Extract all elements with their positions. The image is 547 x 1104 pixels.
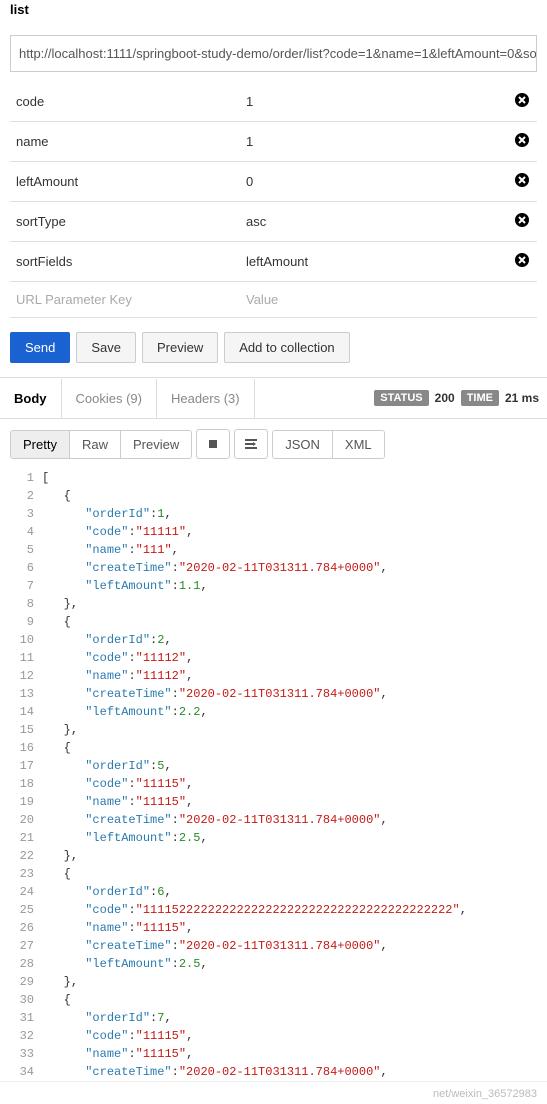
- param-row: leftAmount 0: [10, 162, 537, 202]
- tab-headers[interactable]: Headers (3): [157, 379, 255, 418]
- param-key[interactable]: name: [10, 122, 240, 162]
- param-row: sortType asc: [10, 202, 537, 242]
- delete-param-icon[interactable]: [514, 252, 530, 268]
- param-row: name 1: [10, 122, 537, 162]
- view-mode-bar: Pretty Raw Preview JSON XML: [0, 419, 547, 469]
- send-button[interactable]: Send: [10, 332, 70, 363]
- save-button[interactable]: Save: [76, 332, 136, 363]
- delete-param-icon[interactable]: [514, 92, 530, 108]
- wrap-icon[interactable]: [234, 429, 268, 459]
- request-name: list: [10, 0, 537, 25]
- param-value[interactable]: 1: [240, 122, 507, 162]
- time-label: TIME: [461, 390, 499, 406]
- param-value[interactable]: 0: [240, 162, 507, 202]
- param-value[interactable]: leftAmount: [240, 242, 507, 282]
- response-body-viewer[interactable]: 1234567891011121314151617181920212223242…: [0, 469, 547, 1081]
- view-raw[interactable]: Raw: [70, 431, 121, 458]
- param-key[interactable]: sortType: [10, 202, 240, 242]
- param-row: sortFields leftAmount: [10, 242, 537, 282]
- delete-param-icon[interactable]: [514, 172, 530, 188]
- params-table: code 1 name 1 leftAmount 0 sortType asc …: [10, 82, 537, 318]
- param-key[interactable]: code: [10, 82, 240, 122]
- status-code: 200: [435, 391, 455, 405]
- delete-param-icon[interactable]: [514, 132, 530, 148]
- format-xml[interactable]: XML: [333, 431, 384, 458]
- delete-param-icon[interactable]: [514, 212, 530, 228]
- param-value[interactable]: 1: [240, 82, 507, 122]
- action-buttons: Send Save Preview Add to collection: [10, 318, 537, 377]
- tab-body[interactable]: Body: [0, 379, 62, 418]
- param-value-placeholder[interactable]: Value: [240, 282, 507, 318]
- response-tabs: Body Cookies (9) Headers (3) STATUS 200 …: [0, 377, 547, 419]
- param-key[interactable]: sortFields: [10, 242, 240, 282]
- preview-button[interactable]: Preview: [142, 332, 218, 363]
- tab-cookies[interactable]: Cookies (9): [62, 379, 157, 418]
- add-to-collection-button[interactable]: Add to collection: [224, 332, 349, 363]
- param-key[interactable]: leftAmount: [10, 162, 240, 202]
- url-input[interactable]: http://localhost:1111/springboot-study-d…: [10, 35, 537, 72]
- param-row-new: URL Parameter Key Value: [10, 282, 537, 318]
- param-key-placeholder[interactable]: URL Parameter Key: [10, 282, 240, 318]
- footer-watermark: net/weixin_36572983: [0, 1081, 547, 1104]
- param-row: code 1: [10, 82, 537, 122]
- copy-icon[interactable]: [196, 429, 230, 459]
- param-value[interactable]: asc: [240, 202, 507, 242]
- view-preview[interactable]: Preview: [121, 431, 191, 458]
- format-json[interactable]: JSON: [273, 431, 333, 458]
- view-pretty[interactable]: Pretty: [11, 431, 70, 458]
- time-value: 21 ms: [505, 391, 539, 405]
- status-label: STATUS: [374, 390, 428, 406]
